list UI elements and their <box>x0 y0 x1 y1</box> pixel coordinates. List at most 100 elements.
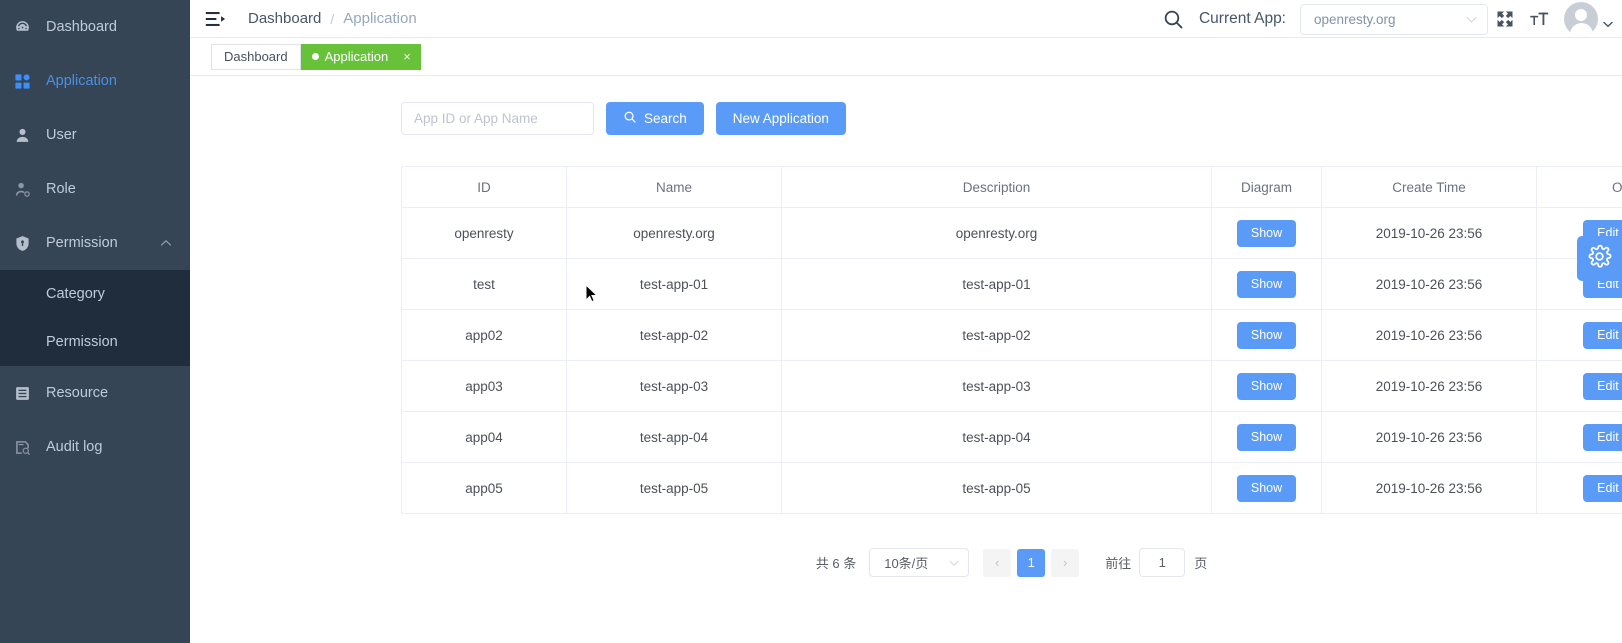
avatar-head <box>1575 9 1587 21</box>
cell-operations: Edit Delete <box>1536 411 1622 463</box>
table-row: app02 test-app-02 test-app-02 Show 2019-… <box>401 309 1622 361</box>
pagination-prev-button[interactable]: ‹ <box>983 548 1012 577</box>
pagination-page-label: 1 <box>1027 555 1035 570</box>
tab-active-dot-icon <box>311 53 319 60</box>
sidebar-item-label: Permission <box>46 234 118 251</box>
search-icon <box>623 110 637 127</box>
operations-group: Edit Delete <box>1538 474 1622 502</box>
avatar[interactable] <box>1564 2 1598 36</box>
sidebar-item-dashboard[interactable]: Dashboard <box>0 0 190 54</box>
table-header-row: ID Name Description Diagram Create Time … <box>401 166 1622 208</box>
pagination-page-1[interactable]: 1 <box>1017 548 1046 577</box>
edit-button[interactable]: Edit <box>1583 372 1622 400</box>
cell-description: test-app-01 <box>781 258 1212 310</box>
breadcrumb-root[interactable]: Dashboard <box>248 11 321 26</box>
new-application-button[interactable]: New Application <box>715 102 846 135</box>
shield-icon <box>6 232 38 254</box>
table-row: app04 test-app-04 test-app-04 Show 2019-… <box>401 411 1622 463</box>
fullscreen-icon[interactable] <box>1488 2 1522 36</box>
fold-menu-icon[interactable] <box>204 8 226 30</box>
audit-icon <box>6 436 38 458</box>
sidebar-item-role[interactable]: Role <box>0 162 190 216</box>
cell-operations: Edit Delete <box>1536 360 1622 412</box>
sidebar-item-label: User <box>46 126 77 143</box>
sidebar-item-label: Audit log <box>46 438 103 455</box>
cell-name: test-app-03 <box>566 360 782 412</box>
show-button[interactable]: Show <box>1236 321 1297 349</box>
search-button-label: Search <box>644 111 687 126</box>
cell-id: app02 <box>401 309 567 361</box>
chevron-up-icon <box>160 237 172 249</box>
cell-description: test-app-05 <box>781 462 1212 514</box>
toolbar: Search New Application <box>190 76 1622 135</box>
sidebar-item-category[interactable]: Category <box>0 270 190 318</box>
edit-button[interactable]: Edit <box>1583 474 1622 502</box>
cell-create-time: 2019-10-26 23:56 <box>1321 462 1537 514</box>
table-body: openresty openresty.org openresty.org Sh… <box>401 207 1622 514</box>
text-size-icon[interactable] <box>1522 2 1556 36</box>
cell-id: openresty <box>401 207 567 259</box>
show-button[interactable]: Show <box>1236 423 1297 451</box>
sidebar-item-label: Resource <box>46 384 109 401</box>
pagination-total: 共 6 条 <box>815 556 857 571</box>
search-button[interactable]: Search <box>606 102 704 135</box>
settings-fab-button[interactable] <box>1577 236 1622 281</box>
pagination-next-button[interactable]: › <box>1051 548 1080 577</box>
edit-button[interactable]: Edit <box>1583 423 1622 451</box>
table-row: openresty openresty.org openresty.org Sh… <box>401 207 1622 259</box>
table-head: ID Name Description Diagram Create Time … <box>401 166 1622 208</box>
sidebar-item-application[interactable]: Application <box>0 54 190 108</box>
cell-create-time: 2019-10-26 23:56 <box>1321 258 1537 310</box>
search-input[interactable] <box>401 102 594 135</box>
cell-description: test-app-03 <box>781 360 1212 412</box>
cell-diagram: Show <box>1211 411 1322 463</box>
current-app-select[interactable]: openresty.org <box>1300 3 1488 35</box>
cell-create-time: 2019-10-26 23:56 <box>1321 411 1537 463</box>
cell-id: test <box>401 258 567 310</box>
cell-description: test-app-04 <box>781 411 1212 463</box>
sidebar-item-permission-child[interactable]: Permission <box>0 318 190 366</box>
cell-diagram: Show <box>1211 309 1322 361</box>
column-header-description: Description <box>781 166 1212 208</box>
sidebar-item-user[interactable]: User <box>0 108 190 162</box>
close-icon[interactable]: × <box>403 49 411 64</box>
pagination-jump-input[interactable] <box>1139 548 1186 577</box>
sidebar-item-audit-log[interactable]: Audit log <box>0 420 190 474</box>
edit-button[interactable]: Edit <box>1583 321 1622 349</box>
column-header-operations: Operations <box>1536 166 1622 208</box>
tab-dashboard[interactable]: Dashboard <box>211 43 301 70</box>
new-application-label: New Application <box>732 111 829 126</box>
cell-name: test-app-04 <box>566 411 782 463</box>
show-button[interactable]: Show <box>1236 270 1297 298</box>
column-header-id: ID <box>401 166 567 208</box>
table-row: app03 test-app-03 test-app-03 Show 2019-… <box>401 360 1622 412</box>
sidebar-item-resource[interactable]: Resource <box>0 366 190 420</box>
chevron-down-icon <box>1465 13 1478 26</box>
cell-create-time: 2019-10-26 23:56 <box>1321 207 1537 259</box>
sidebar-subitem-label: Permission <box>46 334 118 350</box>
pagination-jump-suffix: 页 <box>1194 556 1208 571</box>
chevron-down-icon[interactable] <box>1602 17 1614 35</box>
tab-strip: Dashboard Application × <box>190 38 1622 76</box>
cell-name: test-app-05 <box>566 462 782 514</box>
sidebar-item-permission[interactable]: Permission <box>0 216 190 270</box>
chevron-right-icon: › <box>1063 555 1068 570</box>
breadcrumb: Dashboard / Application <box>248 11 417 26</box>
role-icon <box>6 178 38 200</box>
show-button[interactable]: Show <box>1236 219 1297 247</box>
page-size-select[interactable]: 10条/页 <box>869 548 970 577</box>
show-button[interactable]: Show <box>1236 474 1297 502</box>
page-size-value: 10条/页 <box>884 556 929 571</box>
tab-application[interactable]: Application × <box>300 43 421 70</box>
cell-diagram: Show <box>1211 462 1322 514</box>
app-root: Dashboard Application User Role Permissi… <box>0 0 1622 643</box>
cell-diagram: Show <box>1211 207 1322 259</box>
search-icon[interactable] <box>1162 8 1185 31</box>
applications-table: ID Name Description Diagram Create Time … <box>401 166 1622 514</box>
column-header-diagram: Diagram <box>1211 166 1322 208</box>
cell-id: app04 <box>401 411 567 463</box>
gear-icon <box>1587 244 1612 274</box>
breadcrumb-current: Application <box>343 10 417 27</box>
show-button[interactable]: Show <box>1236 372 1297 400</box>
breadcrumb-separator: / <box>330 10 335 27</box>
